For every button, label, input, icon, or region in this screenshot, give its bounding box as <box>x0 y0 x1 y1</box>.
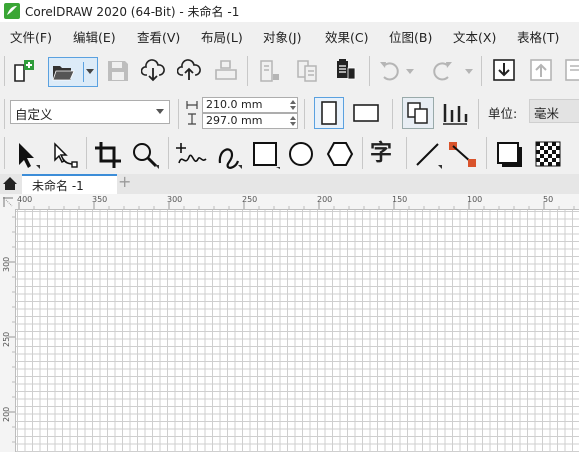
connector-tool-icon[interactable] <box>448 141 478 169</box>
title-bar: CorelDRAW 2020 (64-Bit) - 未命名 -1 <box>0 0 579 22</box>
window-title: CorelDRAW 2020 (64-Bit) - 未命名 -1 <box>25 5 240 19</box>
chevron-down-icon <box>156 109 164 114</box>
tab-document-label: 未命名 -1 <box>32 179 84 193</box>
text-tool-icon[interactable]: 字 <box>370 141 392 167</box>
menu-effects[interactable]: 效果(C) <box>325 27 368 46</box>
page-height-field[interactable]: 297.0 mm <box>202 113 298 129</box>
new-document-icon[interactable] <box>12 59 36 83</box>
pick-tool-icon[interactable] <box>14 141 40 169</box>
parallel-dimension-tool-icon[interactable] <box>414 141 442 169</box>
spin-down-icon[interactable] <box>290 122 296 126</box>
portrait-button[interactable] <box>314 97 344 129</box>
units-label: 单位: <box>488 106 518 121</box>
all-pages-button[interactable] <box>402 97 434 129</box>
home-icon[interactable] <box>2 176 18 191</box>
print-icon[interactable] <box>214 59 238 83</box>
import-icon[interactable] <box>258 59 282 83</box>
ruler-label: 200 <box>317 195 333 204</box>
portrait-page-icon <box>321 101 337 125</box>
menu-layout[interactable]: 布局(L) <box>201 27 243 46</box>
drawing-canvas[interactable] <box>16 210 579 452</box>
menu-bitmaps[interactable]: 位图(B) <box>389 27 432 46</box>
ruler-label: 100 <box>467 195 483 204</box>
cloud-download-icon[interactable] <box>141 58 165 82</box>
coreldraw-logo-icon <box>4 3 20 19</box>
units-value: 毫米 <box>534 106 560 121</box>
ruler-label: 300 <box>167 195 183 204</box>
menu-object[interactable]: 对象(J) <box>263 27 301 46</box>
horizontal-ruler[interactable]: 400 350 300 250 200 150 100 50 <box>0 194 579 210</box>
open-folder-icon <box>52 66 75 81</box>
undo-icon[interactable] <box>378 59 402 83</box>
cloud-upload-icon[interactable] <box>177 58 201 82</box>
save-icon[interactable] <box>106 59 130 83</box>
menu-file[interactable]: 文件(F) <box>10 27 52 46</box>
undo-dropdown-chevron-icon[interactable] <box>406 69 414 75</box>
landscape-page-icon[interactable] <box>353 104 379 122</box>
menu-edit[interactable]: 编辑(E) <box>73 27 116 46</box>
ruler-label: 200 <box>2 406 11 422</box>
crop-tool-icon[interactable] <box>94 141 122 169</box>
publish-icon[interactable] <box>565 58 579 82</box>
ruler-label: 350 <box>92 195 108 204</box>
export-up-icon[interactable] <box>529 58 553 82</box>
open-button[interactable] <box>48 57 98 87</box>
menu-table[interactable]: 表格(T) <box>517 27 559 46</box>
ruler-label: 50 <box>543 195 554 204</box>
spin-down-icon[interactable] <box>290 106 296 110</box>
redo-dropdown-chevron-icon[interactable] <box>465 69 473 75</box>
chevron-down-icon <box>86 69 94 74</box>
import-down-icon[interactable] <box>492 58 516 82</box>
all-pages-icon <box>407 102 428 124</box>
publish-pdf-icon[interactable] <box>333 58 357 82</box>
page-preset-dropdown[interactable]: 自定义 <box>10 100 170 124</box>
vertical-ruler[interactable]: 300 250 200 <box>0 209 16 452</box>
add-tab-button[interactable]: + <box>118 172 131 191</box>
ruler-label: 250 <box>242 195 258 204</box>
ellipse-tool-icon[interactable] <box>288 141 316 169</box>
ruler-label: 300 <box>2 256 11 272</box>
shape-tool-icon[interactable] <box>51 141 79 169</box>
current-page-icon[interactable] <box>442 100 468 126</box>
spin-up-icon[interactable] <box>290 116 296 120</box>
ruler-label: 250 <box>2 331 11 347</box>
menu-text[interactable]: 文本(X) <box>453 27 496 46</box>
rectangle-tool-icon[interactable] <box>252 141 280 169</box>
freehand-tool-icon[interactable] <box>176 141 208 169</box>
spin-up-icon[interactable] <box>290 100 296 104</box>
units-dropdown[interactable]: 毫米 <box>529 99 579 123</box>
page-width-value: 210.0 mm <box>206 98 263 111</box>
ruler-label: 150 <box>392 195 408 204</box>
page-preset-value: 自定义 <box>15 107 53 122</box>
curve-tool-icon[interactable] <box>216 141 244 169</box>
tab-document[interactable]: 未命名 -1 <box>22 174 117 196</box>
standard-toolbar <box>0 46 579 96</box>
zoom-tool-icon[interactable] <box>130 141 160 169</box>
page-width-icon <box>186 101 198 109</box>
ruler-label: 400 <box>17 195 33 204</box>
export-icon[interactable] <box>296 59 320 83</box>
page-height-value: 297.0 mm <box>206 114 263 127</box>
transparency-tool-icon[interactable] <box>535 141 563 169</box>
menu-view[interactable]: 查看(V) <box>137 27 180 46</box>
page-height-icon <box>188 113 196 125</box>
page-width-field[interactable]: 210.0 mm <box>202 97 298 113</box>
drop-shadow-tool-icon[interactable] <box>496 141 526 169</box>
menu-bar: 文件(F) 编辑(E) 查看(V) 布局(L) 对象(J) 效果(C) 位图(B… <box>0 22 579 46</box>
redo-icon[interactable] <box>430 59 454 83</box>
polygon-tool-icon[interactable] <box>326 141 354 169</box>
ruler-origin-icon[interactable] <box>2 196 14 208</box>
